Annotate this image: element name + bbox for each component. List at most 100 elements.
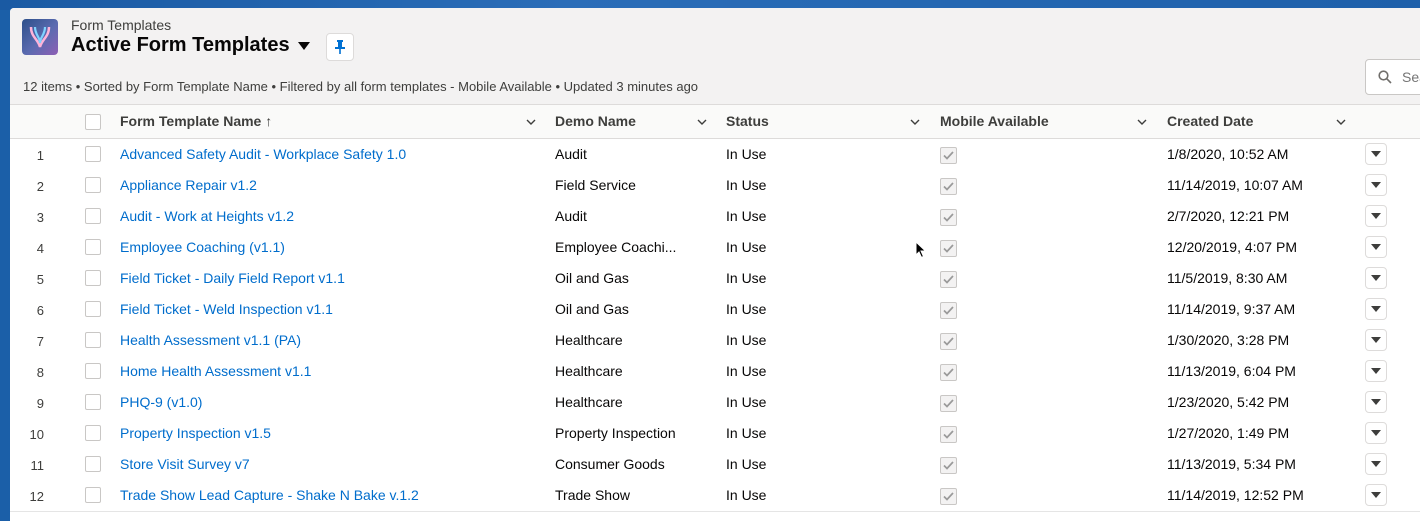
table-row: 3 Audit - Work at Heights v1.2 Audit In …: [10, 201, 1420, 233]
row-action-caret-icon: [1371, 182, 1381, 188]
row-select-checkbox[interactable]: [85, 394, 101, 410]
mobile-available-checkbox: [940, 302, 957, 319]
row-action-caret-icon: [1371, 337, 1381, 343]
mobile-available-checkbox: [940, 240, 957, 257]
created-date-cell: 1/23/2020, 5:42 PM: [1167, 394, 1290, 410]
form-template-name-link[interactable]: Store Visit Survey v7: [120, 456, 250, 472]
select-all-checkbox[interactable]: [85, 114, 101, 130]
table-row: 5 Field Ticket - Daily Field Report v1.1…: [10, 263, 1420, 295]
checkmark-icon: [943, 306, 954, 315]
pin-button[interactable]: [326, 33, 354, 61]
row-number: 11: [30, 458, 45, 473]
chevron-down-icon[interactable]: [1137, 117, 1147, 127]
table-header: Form Template Name ↑ Demo Name Status Mo…: [10, 105, 1420, 139]
demo-name-cell: Healthcare: [555, 363, 623, 379]
form-template-name-link[interactable]: Employee Coaching (v1.1): [120, 239, 285, 255]
row-select-checkbox[interactable]: [85, 332, 101, 348]
row-select-checkbox[interactable]: [85, 270, 101, 286]
chevron-down-icon[interactable]: [526, 117, 536, 127]
row-select-checkbox[interactable]: [85, 146, 101, 162]
row-action-caret-icon: [1371, 275, 1381, 281]
search-input[interactable]: [1400, 68, 1420, 86]
checkmark-icon: [943, 244, 954, 253]
created-date-cell: 1/27/2020, 1:49 PM: [1167, 425, 1290, 441]
mobile-available-checkbox: [940, 147, 957, 164]
demo-name-cell: Oil and Gas: [555, 301, 629, 317]
mobile-available-checkbox: [940, 209, 957, 226]
created-date-cell: 11/13/2019, 6:04 PM: [1167, 363, 1296, 379]
row-action-caret-icon: [1371, 430, 1381, 436]
row-action-caret-icon: [1371, 213, 1381, 219]
row-actions-button[interactable]: [1365, 143, 1387, 165]
row-action-caret-icon: [1371, 368, 1381, 374]
form-template-name-link[interactable]: Field Ticket - Daily Field Report v1.1: [120, 270, 345, 286]
row-actions-button[interactable]: [1365, 453, 1387, 475]
row-actions-button[interactable]: [1365, 298, 1387, 320]
row-actions-button[interactable]: [1365, 422, 1387, 444]
row-action-caret-icon: [1371, 492, 1381, 498]
list-view-picker-icon[interactable]: [298, 42, 310, 50]
row-select-checkbox[interactable]: [85, 363, 101, 379]
chevron-down-icon[interactable]: [910, 117, 920, 127]
form-template-name-link[interactable]: Appliance Repair v1.2: [120, 177, 257, 193]
mobile-available-checkbox: [940, 395, 957, 412]
page-title[interactable]: Active Form Templates: [71, 34, 290, 57]
checkmark-icon: [943, 275, 954, 284]
checkmark-icon: [943, 151, 954, 160]
row-select-checkbox[interactable]: [85, 239, 101, 255]
search-icon: [1378, 70, 1392, 84]
demo-name-cell: Trade Show: [555, 487, 630, 503]
chevron-down-icon[interactable]: [1336, 117, 1346, 127]
row-number: 9: [36, 396, 44, 411]
row-actions-button[interactable]: [1365, 360, 1387, 382]
status-cell: In Use: [726, 208, 767, 224]
column-header-created-date[interactable]: Created Date: [1167, 105, 1253, 138]
row-actions-button[interactable]: [1365, 391, 1387, 413]
form-template-name-link[interactable]: Property Inspection v1.5: [120, 425, 271, 441]
row-select-checkbox[interactable]: [85, 301, 101, 317]
row-actions-button[interactable]: [1365, 267, 1387, 289]
status-cell: In Use: [726, 487, 767, 503]
checkmark-icon: [943, 182, 954, 191]
row-actions-button[interactable]: [1365, 205, 1387, 227]
row-actions-button[interactable]: [1365, 174, 1387, 196]
demo-name-cell: Employee Coachi...: [555, 239, 677, 255]
checkmark-icon: [943, 492, 954, 501]
row-number: 4: [36, 241, 44, 256]
column-header-status[interactable]: Status: [726, 105, 769, 138]
form-template-name-link[interactable]: Audit - Work at Heights v1.2: [120, 208, 294, 224]
demo-name-cell: Healthcare: [555, 394, 623, 410]
form-template-name-link[interactable]: PHQ-9 (v1.0): [120, 394, 202, 410]
created-date-cell: 1/30/2020, 3:28 PM: [1167, 332, 1290, 348]
mouse-pointer-icon: [915, 241, 927, 259]
form-template-name-link[interactable]: Home Health Assessment v1.1: [120, 363, 311, 379]
row-select-checkbox[interactable]: [85, 177, 101, 193]
list-view-summary: 12 items • Sorted by Form Template Name …: [23, 79, 699, 94]
row-actions-button[interactable]: [1365, 329, 1387, 351]
list-view-panel: Form Templates Active Form Templates 12 …: [10, 8, 1420, 521]
form-template-name-link[interactable]: Trade Show Lead Capture - Shake N Bake v…: [120, 487, 419, 503]
created-date-cell: 11/14/2019, 10:07 AM: [1167, 177, 1303, 193]
checkmark-icon: [943, 213, 954, 222]
table-row: 12 Trade Show Lead Capture - Shake N Bak…: [10, 480, 1420, 512]
row-select-checkbox[interactable]: [85, 425, 101, 441]
column-label: Form Template Name: [120, 113, 262, 129]
row-select-checkbox[interactable]: [85, 456, 101, 472]
table-row: 11 Store Visit Survey v7 Consumer Goods …: [10, 449, 1420, 481]
row-select-checkbox[interactable]: [85, 487, 101, 503]
form-template-name-link[interactable]: Health Assessment v1.1 (PA): [120, 332, 301, 348]
search-field[interactable]: [1365, 59, 1420, 95]
form-template-name-link[interactable]: Field Ticket - Weld Inspection v1.1: [120, 301, 333, 317]
demo-name-cell: Consumer Goods: [555, 456, 665, 472]
column-header-demo-name[interactable]: Demo Name: [555, 105, 636, 138]
table-row: 7 Health Assessment v1.1 (PA) Healthcare…: [10, 325, 1420, 357]
form-template-name-link[interactable]: Advanced Safety Audit - Workplace Safety…: [120, 146, 406, 162]
row-number: 7: [36, 334, 44, 349]
row-actions-button[interactable]: [1365, 236, 1387, 258]
row-actions-button[interactable]: [1365, 484, 1387, 506]
chevron-down-icon[interactable]: [697, 117, 707, 127]
pin-icon: [335, 40, 345, 54]
column-header-mobile-available[interactable]: Mobile Available: [940, 105, 1049, 138]
column-header-name[interactable]: Form Template Name ↑: [120, 105, 272, 138]
row-select-checkbox[interactable]: [85, 208, 101, 224]
